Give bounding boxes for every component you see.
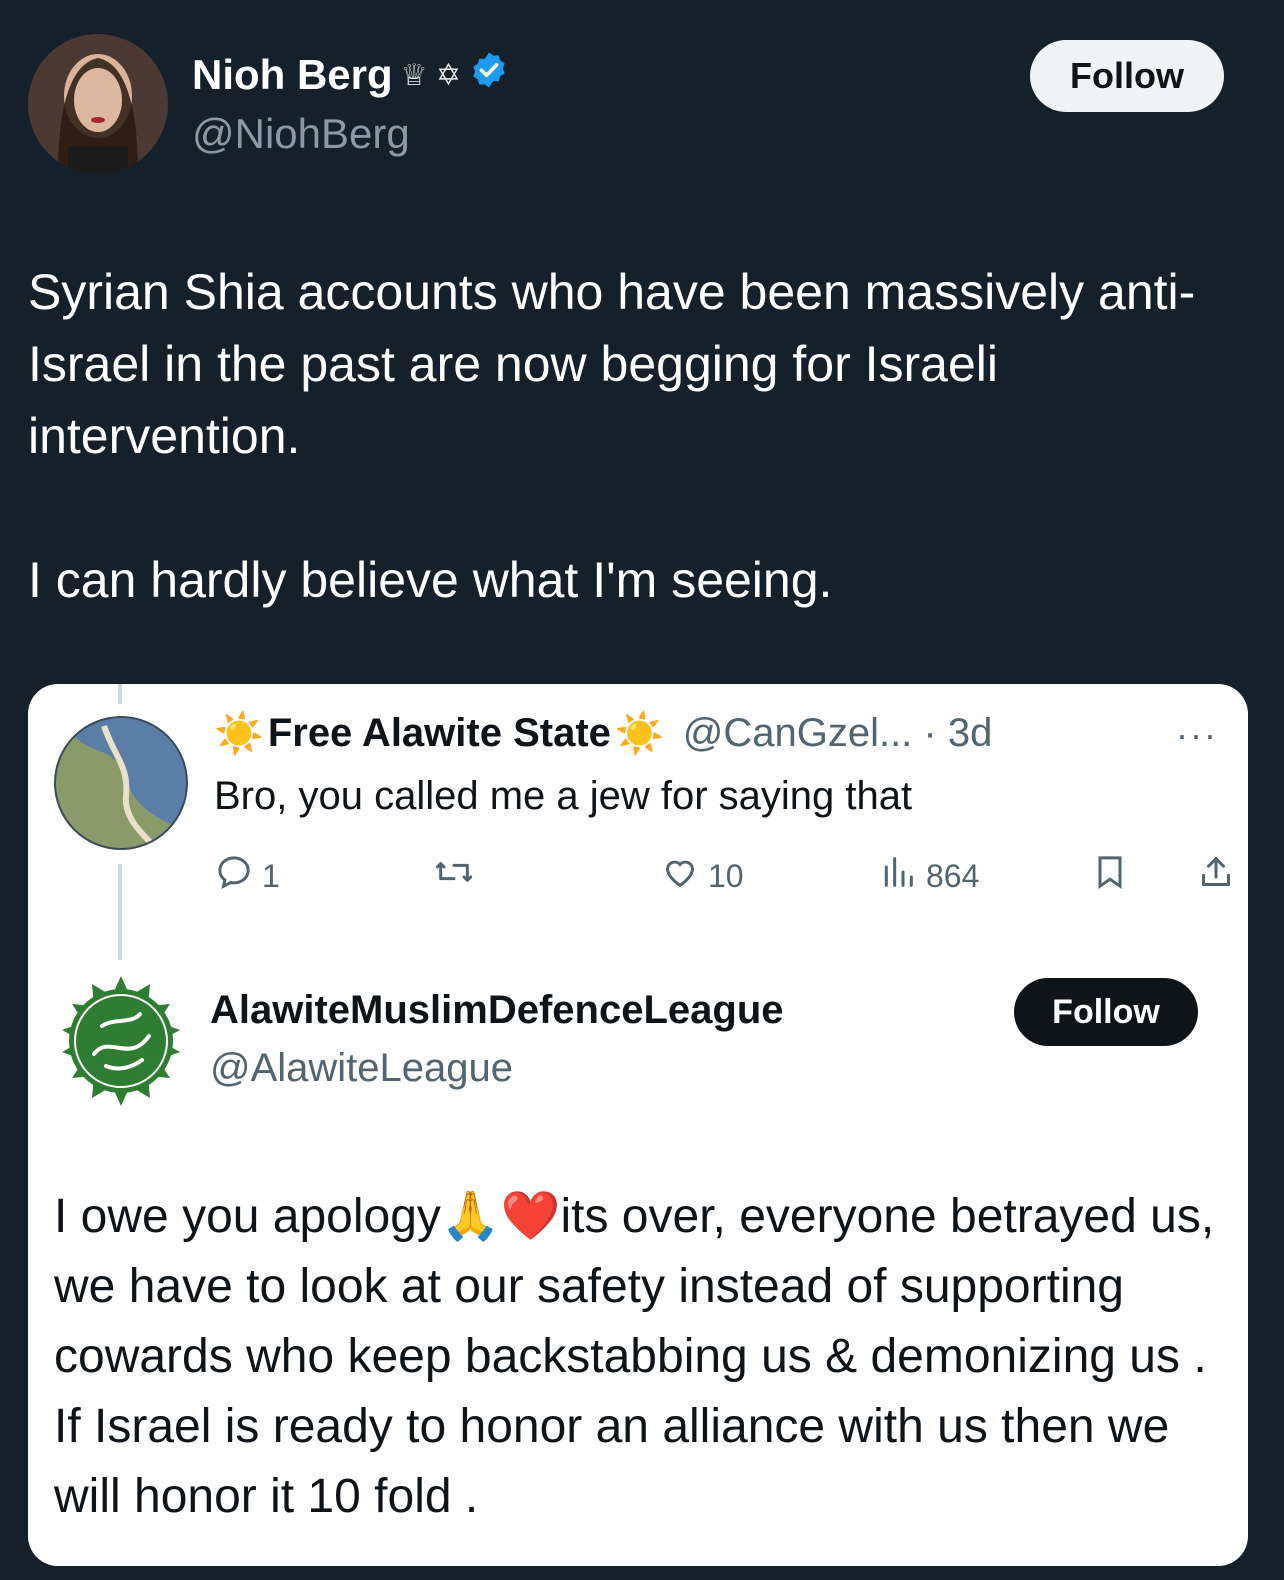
thread-line <box>118 684 122 704</box>
reply-icon <box>214 852 254 900</box>
reply-handle-time: @CanGzel... · 3d <box>682 711 993 755</box>
retweet-icon <box>432 852 476 900</box>
reply-author-name-text: Free Alawite State <box>267 711 611 755</box>
share-icon <box>1196 852 1236 892</box>
thread-line <box>118 864 122 960</box>
tweet-text: Syrian Shia accounts who have been massi… <box>28 264 1196 464</box>
tweet-text-second-paragraph: I can hardly believe what I'm seeing. <box>28 552 833 608</box>
sun-emoji-icon: ☀️ <box>214 712 264 756</box>
like-action: 10 <box>660 852 744 900</box>
quoted-author-name: AlawiteMuslimDefenceLeague <box>210 988 784 1032</box>
quoted-tweet-text: I owe you apology🙏❤️its over, everyone b… <box>54 1190 1215 1523</box>
reply-author-name[interactable]: ☀️ Free Alawite State ☀️ <box>214 710 665 757</box>
quoted-author-avatar <box>54 974 188 1108</box>
quoted-author-handle: @AlawiteLeague <box>210 1046 514 1090</box>
views-count: 864 <box>926 857 980 894</box>
retweet-action <box>432 852 484 900</box>
author-name-text: Nioh Berg <box>192 51 393 98</box>
author-avatar[interactable] <box>28 34 168 174</box>
like-count: 10 <box>708 857 744 894</box>
reply-text: Bro, you called me a jew for saying that <box>214 774 913 818</box>
embedded-screenshot-image[interactable]: ☀️ Free Alawite State ☀️ @CanGzel... · 3… <box>28 684 1248 1566</box>
follow-button[interactable]: Follow <box>1030 40 1224 112</box>
reply-header: ☀️ Free Alawite State ☀️ @CanGzel... · 3… <box>214 710 992 757</box>
verified-badge-icon <box>469 50 509 100</box>
views-action: 864 <box>878 852 979 900</box>
heart-icon <box>660 852 700 900</box>
author-name[interactable]: Nioh Berg ♕ ✡ <box>192 50 509 100</box>
sun-emoji-icon: ☀️ <box>614 712 665 756</box>
more-options-icon: ··· <box>1176 714 1218 755</box>
views-icon <box>878 852 918 900</box>
reply-action-bar: 1 10 864 <box>214 852 1230 900</box>
author-emoji-glyphs: ♕ ✡ <box>400 58 462 92</box>
bookmark-icon <box>1090 852 1130 892</box>
quoted-follow-button: Follow <box>1014 978 1198 1046</box>
reply-avatar <box>54 716 188 850</box>
author-handle[interactable]: @NiohBerg <box>192 110 410 158</box>
reply-count: 1 <box>262 857 280 894</box>
reply-action: 1 <box>214 852 280 900</box>
